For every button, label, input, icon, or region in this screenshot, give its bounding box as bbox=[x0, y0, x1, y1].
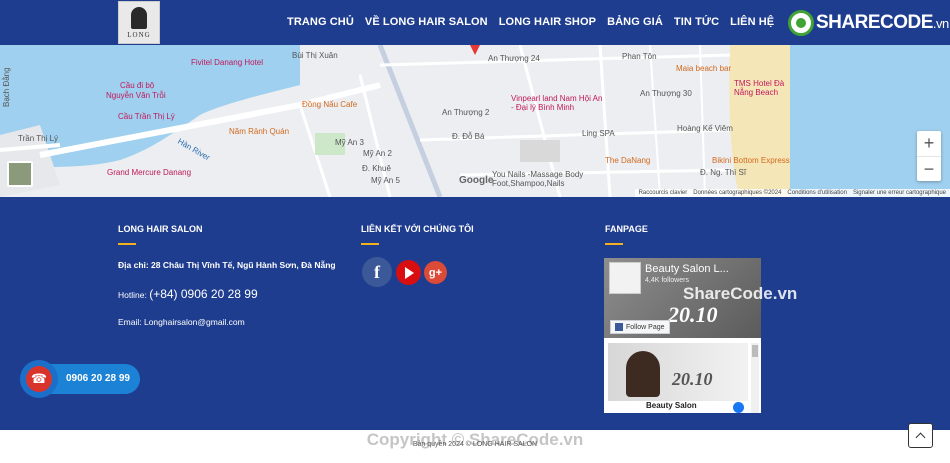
phone-ring: ☎ bbox=[20, 360, 58, 398]
map-label: Cầu đi bộ bbox=[120, 81, 155, 90]
nav-contact[interactable]: LIÊN HỆ bbox=[730, 16, 774, 28]
hotline-number[interactable]: (+84) 0906 20 28 99 bbox=[149, 287, 257, 301]
site-header: LONG TRANG CHỦ VỀ LONG HAIR SALON LONG H… bbox=[0, 0, 950, 45]
map-label: Mỹ An 3 bbox=[335, 138, 364, 147]
map-attribution: Raccourcis clavier Données cartographiqu… bbox=[634, 189, 950, 197]
map-label: Cầu Trần Thị Lý bbox=[118, 112, 175, 121]
terms-link[interactable]: Conditions d'utilisation bbox=[787, 190, 847, 196]
site-footer: LONG HAIR SALON Địa chỉ: 28 Châu Thị Vĩn… bbox=[0, 197, 950, 430]
footer-links-title: LIÊN KẾT VỚI CHÚNG TÔI bbox=[361, 224, 474, 234]
logo-text: LONG bbox=[127, 30, 151, 39]
copyright-bar: Copyright © ShareCode.vn Bản quyền 2024 … bbox=[0, 423, 950, 463]
sharecode-icon bbox=[788, 10, 814, 36]
map-label: Bikini Bottom Express bbox=[712, 156, 790, 165]
nav-home[interactable]: TRANG CHỦ bbox=[287, 16, 354, 28]
keyboard-shortcuts-link[interactable]: Raccourcis clavier bbox=[639, 190, 688, 196]
youtube-icon[interactable] bbox=[396, 260, 421, 285]
map-label: Maia beach bar bbox=[676, 64, 732, 73]
facebook-small-icon bbox=[615, 323, 623, 331]
logo-mark bbox=[131, 6, 147, 29]
google-plus-icon[interactable]: g+ bbox=[424, 261, 447, 284]
back-to-top-button[interactable] bbox=[908, 423, 933, 448]
call-now-button[interactable]: ☎ 0906 20 28 99 bbox=[20, 360, 140, 398]
zoom-out-button[interactable]: − bbox=[917, 156, 941, 181]
map-zoom-control: + − bbox=[917, 131, 941, 181]
map-label: Đ. Đỗ Bá bbox=[452, 132, 485, 141]
footer-salon-title: LONG HAIR SALON bbox=[118, 224, 203, 234]
map-label: TMS Hotel Đà Nẵng Beach bbox=[734, 79, 785, 97]
sharecode-brand: SHARECODE.vn bbox=[788, 10, 949, 36]
fanpage-avatar[interactable] bbox=[609, 262, 641, 294]
call-number: 0906 20 28 99 bbox=[66, 373, 130, 384]
map-data-text: Données cartographiques ©2024 bbox=[693, 190, 782, 196]
facebook-icon[interactable]: f bbox=[362, 257, 392, 287]
map-label: Fivitel Danang Hotel bbox=[191, 58, 264, 67]
fanpage-name[interactable]: Beauty Salon L... bbox=[645, 263, 729, 275]
nav-about[interactable]: VỀ LONG HAIR SALON bbox=[365, 16, 488, 28]
chevron-up-icon bbox=[915, 432, 926, 442]
facebook-page-widget[interactable]: 20.10 Beauty Salon L... 4,4K followers F… bbox=[604, 258, 761, 413]
map-label: Đ. Khuê bbox=[362, 164, 391, 173]
report-error-link[interactable]: Signaler une erreur cartographique bbox=[853, 190, 946, 196]
map-label: Mỹ An 2 bbox=[363, 149, 392, 158]
map-label: An Thượng 2 bbox=[442, 108, 490, 117]
map-label: Bùi Thị Xuân bbox=[292, 51, 338, 60]
map-label: Bạch Đằng bbox=[2, 67, 11, 107]
zoom-in-button[interactable]: + bbox=[917, 131, 941, 156]
fanpage-followers: 4,4K followers bbox=[645, 277, 689, 284]
map-label: Năm Rảnh Quán bbox=[229, 127, 290, 136]
watermark: ShareCode.vn bbox=[683, 284, 798, 303]
fanpage-post-image[interactable]: 20.10 bbox=[608, 343, 748, 401]
cover-text: 20.10 bbox=[668, 302, 718, 327]
facebook-icon bbox=[733, 402, 744, 413]
post-author[interactable]: Beauty Salon bbox=[646, 401, 697, 410]
map-label: Ling SPA bbox=[582, 129, 615, 138]
main-nav: TRANG CHỦ VỀ LONG HAIR SALON LONG HAIR S… bbox=[287, 16, 785, 28]
nav-prices[interactable]: BẢNG GIÁ bbox=[607, 16, 663, 28]
map-satellite-toggle[interactable] bbox=[7, 161, 33, 187]
map-label: You Nails -Massage Body Foot,Shampoo,Nai… bbox=[492, 170, 584, 188]
map-label: Grand Mercure Danang bbox=[107, 168, 192, 177]
map-label: An Thượng 30 bbox=[640, 89, 692, 98]
footer-email[interactable]: Email: Longhairsalon@gmail.com bbox=[118, 317, 245, 327]
map-label: The DaNang bbox=[605, 156, 651, 165]
map-label: Nguyễn Văn Trỗi bbox=[106, 91, 166, 100]
model-photo bbox=[626, 351, 660, 397]
copyright-text: Bản quyền 2024 © LONG HAIR SALON bbox=[412, 441, 538, 448]
fanpage-post-header: Beauty Salon bbox=[608, 401, 748, 413]
map-label: Đ. Ng. Thì Sĩ bbox=[700, 168, 747, 177]
map-label: An Thượng 24 bbox=[488, 54, 540, 63]
phone-icon: ☎ bbox=[26, 366, 52, 392]
google-logo: Google bbox=[459, 175, 494, 186]
title-underline bbox=[118, 243, 136, 245]
google-map[interactable]: Fivitel Danang Hotel Bùi Thị Xuân Cầu đi… bbox=[0, 45, 950, 197]
title-underline bbox=[361, 243, 379, 245]
title-underline bbox=[605, 243, 623, 245]
site-logo[interactable]: LONG bbox=[118, 1, 160, 44]
map-label: Mỹ An 5 bbox=[371, 176, 400, 185]
map-label: Phan Tôn bbox=[622, 52, 657, 61]
post-text: 20.10 bbox=[672, 369, 713, 389]
sharecode-text: SHARECODE.vn bbox=[816, 12, 949, 33]
follow-page-button[interactable]: Follow Page bbox=[610, 320, 670, 334]
map-label: Trần Thị Lý bbox=[18, 134, 59, 143]
map-label: Vinpearl land Nam Hội An - Đại lý Bình M… bbox=[511, 94, 603, 112]
map-label: Hoàng Kế Viêm bbox=[677, 124, 733, 133]
hotline-label: Hotline: bbox=[118, 290, 147, 300]
nav-news[interactable]: TIN TỨC bbox=[674, 16, 719, 28]
footer-fanpage-title: FANPAGE bbox=[605, 224, 648, 234]
map-label: Đồng Nấu Cafe bbox=[302, 100, 358, 109]
footer-hotline: Hotline: (+84) 0906 20 28 99 bbox=[118, 287, 258, 301]
fanpage-scrollbar[interactable] bbox=[751, 343, 759, 413]
nav-shop[interactable]: LONG HAIR SHOP bbox=[499, 16, 596, 28]
footer-address: Địa chỉ: 28 Châu Thị Vĩnh Tế, Ngũ Hành S… bbox=[118, 260, 336, 270]
